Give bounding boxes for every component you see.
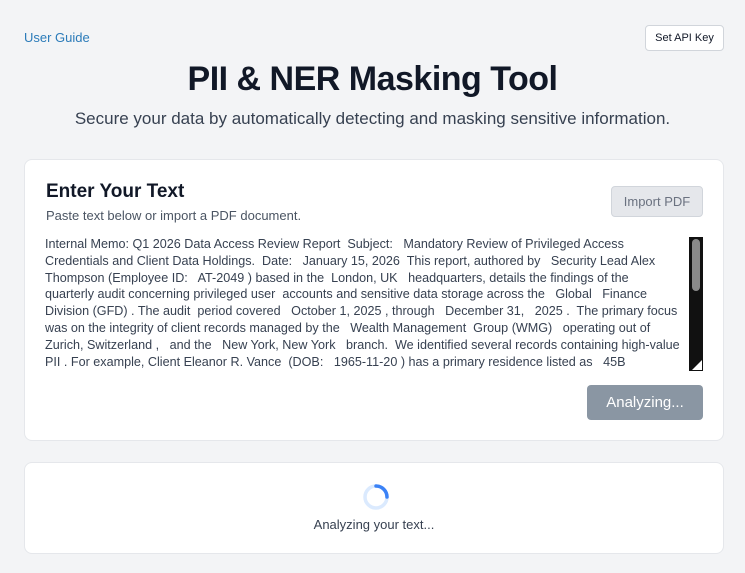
page-title: PII & NER Masking Tool [187,60,558,98]
card-heading: Enter Your Text [46,181,185,202]
text-area-scrollbar[interactable] [689,237,703,371]
analyze-button[interactable]: Analyzing... [587,385,703,420]
scrollbar-thumb[interactable] [692,239,700,291]
text-input-card: Enter Your Text Paste text below or impo… [24,159,724,441]
text-input-value[interactable]: Internal Memo: Q1 2026 Data Access Revie… [45,236,685,372]
user-guide-link[interactable]: User Guide [24,30,90,45]
card-help-text: Paste text below or import a PDF documen… [46,208,302,223]
resize-handle-icon[interactable] [689,357,703,371]
set-api-key-button[interactable]: Set API Key [645,25,724,51]
page-subtitle: Secure your data by automatically detect… [74,109,671,128]
loading-spinner-icon [363,484,389,510]
status-text: Analyzing your text... [313,517,435,532]
status-card: Analyzing your text... [24,462,724,554]
import-pdf-button[interactable]: Import PDF [611,186,703,217]
text-input-area[interactable]: Internal Memo: Q1 2026 Data Access Revie… [45,236,703,372]
